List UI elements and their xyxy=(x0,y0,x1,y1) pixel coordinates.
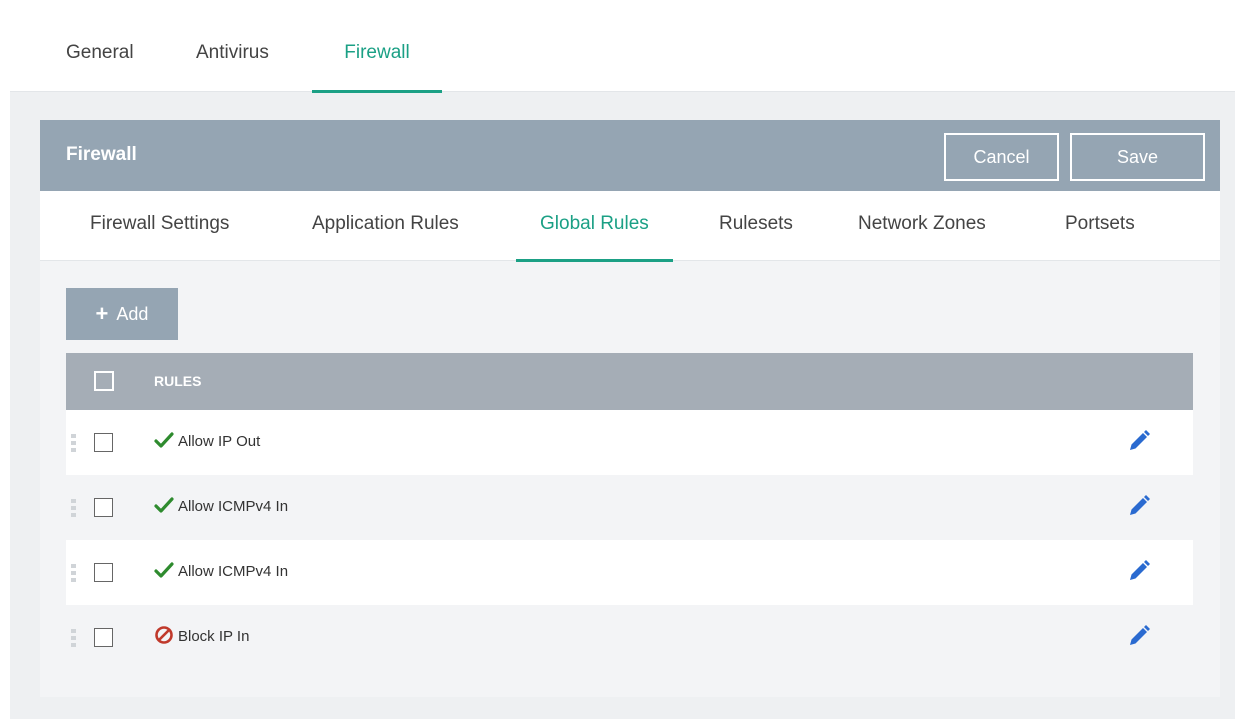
subtab-firewall-settings[interactable]: Firewall Settings xyxy=(90,213,229,261)
pencil-icon[interactable] xyxy=(1127,559,1151,583)
drag-handle-icon[interactable] xyxy=(71,499,77,519)
subtab-network-zones[interactable]: Network Zones xyxy=(858,213,986,261)
add-label: Add xyxy=(116,303,149,324)
row-checkbox[interactable] xyxy=(94,433,113,452)
pencil-icon[interactable] xyxy=(1127,429,1151,453)
check-icon xyxy=(154,562,174,578)
pencil-icon[interactable] xyxy=(1127,624,1151,648)
column-header-rules: RULES xyxy=(154,373,202,389)
firewall-panel: Firewall Cancel Save Firewall Settings A… xyxy=(40,120,1220,697)
panel-title: Firewall xyxy=(66,144,137,165)
table-row: Allow ICMPv4 In xyxy=(66,475,1193,540)
select-all-checkbox[interactable] xyxy=(94,371,114,391)
subtab-application-rules[interactable]: Application Rules xyxy=(312,213,459,261)
row-checkbox[interactable] xyxy=(94,563,113,582)
drag-handle-icon[interactable] xyxy=(71,629,77,649)
active-subtab-indicator xyxy=(516,259,673,262)
save-button[interactable]: Save xyxy=(1070,133,1205,181)
check-icon xyxy=(154,432,174,448)
row-checkbox[interactable] xyxy=(94,628,113,647)
tab-antivirus[interactable]: Antivirus xyxy=(196,42,291,92)
table-row: Allow ICMPv4 In xyxy=(66,540,1193,605)
drag-handle-icon[interactable] xyxy=(71,564,77,584)
table-row: Allow IP Out xyxy=(66,410,1193,475)
top-tab-bar: General Antivirus Firewall xyxy=(10,10,1235,93)
subtab-label: Global Rules xyxy=(540,213,649,234)
rule-name: Allow ICMPv4 In xyxy=(178,498,289,515)
panel-header: Firewall Cancel Save xyxy=(40,120,1220,191)
block-icon xyxy=(155,626,173,644)
sub-tab-bar: Firewall Settings Application Rules Glob… xyxy=(40,191,1220,262)
tab-firewall[interactable]: Firewall xyxy=(312,42,442,93)
tab-label: General xyxy=(66,42,134,63)
drag-handle-icon[interactable] xyxy=(71,434,77,454)
active-tab-indicator xyxy=(312,90,442,93)
check-icon xyxy=(154,497,174,513)
cancel-button[interactable]: Cancel xyxy=(944,133,1059,181)
subtab-rulesets[interactable]: Rulesets xyxy=(719,213,793,261)
tab-general[interactable]: General xyxy=(66,42,146,92)
row-checkbox[interactable] xyxy=(94,498,113,517)
tab-label: Firewall xyxy=(344,42,410,63)
tab-label: Antivirus xyxy=(196,42,269,63)
subtab-portsets[interactable]: Portsets xyxy=(1065,213,1135,261)
subtab-label: Network Zones xyxy=(858,213,986,234)
table-header: RULES xyxy=(66,353,1193,410)
rule-name: Allow ICMPv4 In xyxy=(178,563,289,580)
plus-icon: + xyxy=(95,301,109,326)
rule-name: Block IP In xyxy=(178,628,250,645)
pencil-icon[interactable] xyxy=(1127,494,1151,518)
rule-name: Allow IP Out xyxy=(178,433,261,450)
subtab-label: Firewall Settings xyxy=(90,213,230,234)
subtab-label: Application Rules xyxy=(312,213,459,234)
rules-table: RULES Allow IP Out Allow ICMPv4 In Allow… xyxy=(66,353,1193,670)
subtab-label: Rulesets xyxy=(719,213,793,234)
add-rule-button[interactable]: + Add xyxy=(66,288,178,340)
subtab-label: Portsets xyxy=(1065,213,1135,234)
subtab-global-rules[interactable]: Global Rules xyxy=(516,213,673,262)
table-row: Block IP In xyxy=(66,605,1193,670)
